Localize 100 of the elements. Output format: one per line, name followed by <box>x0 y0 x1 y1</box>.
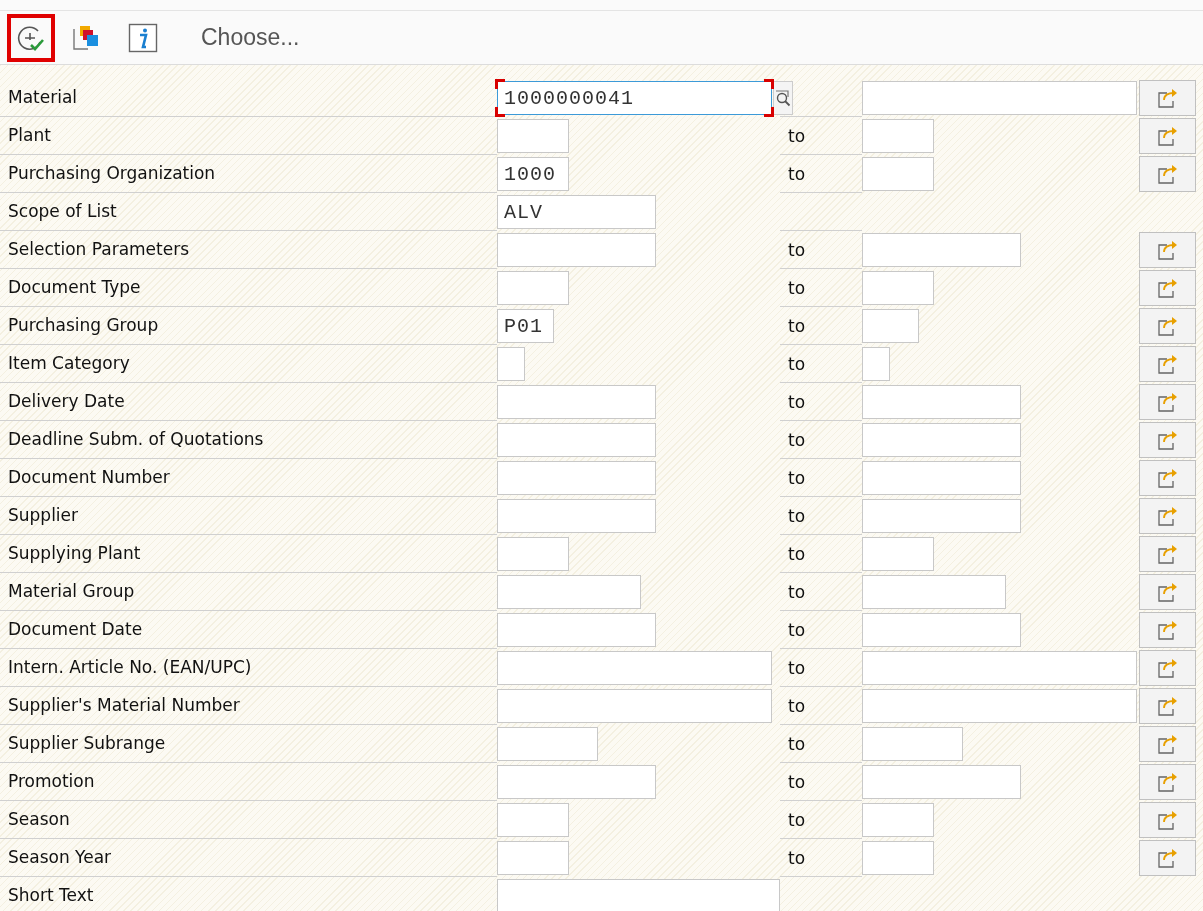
input-field[interactable] <box>862 841 934 875</box>
focus-corner <box>495 79 505 89</box>
input-field[interactable]: 1000 <box>497 157 569 191</box>
input-field[interactable] <box>497 575 641 609</box>
input-field[interactable] <box>497 119 569 153</box>
multiple-selection-button[interactable] <box>1139 156 1196 192</box>
input-field[interactable] <box>497 879 780 911</box>
input-field[interactable] <box>497 385 656 419</box>
to-label: to <box>788 809 806 830</box>
to-label: to <box>788 695 806 716</box>
input-field[interactable] <box>862 157 934 191</box>
input-field[interactable] <box>862 765 1021 799</box>
field-label: Intern. Article No. (EAN/UPC) <box>0 649 497 687</box>
to-label: to <box>788 391 806 412</box>
input-field[interactable] <box>862 347 890 381</box>
search-icon <box>774 89 792 107</box>
choose-menu[interactable]: Choose... <box>201 24 300 51</box>
input-field[interactable] <box>862 727 963 761</box>
input-field[interactable] <box>862 575 1006 609</box>
input-field[interactable] <box>862 651 1137 685</box>
input-field[interactable] <box>862 423 1021 457</box>
field-label: Supplier Subrange <box>0 725 497 763</box>
to-label: to <box>788 315 806 336</box>
input-field[interactable] <box>862 689 1137 723</box>
input-field[interactable] <box>862 385 1021 419</box>
input-field[interactable]: P01 <box>497 309 554 343</box>
field-label: Material Group <box>0 573 497 611</box>
multiple-selection-button[interactable] <box>1139 726 1196 762</box>
to-label: to <box>788 619 806 640</box>
multiple-selection-button[interactable] <box>1139 118 1196 154</box>
input-field[interactable] <box>497 499 656 533</box>
multiple-selection-button[interactable] <box>1139 650 1196 686</box>
input-field[interactable] <box>862 233 1021 267</box>
input-field[interactable] <box>862 613 1021 647</box>
input-field[interactable] <box>497 233 656 267</box>
multiple-selection-button[interactable] <box>1139 308 1196 344</box>
field-label: Season Year <box>0 839 497 877</box>
multiple-selection-button[interactable] <box>1139 232 1196 268</box>
field-label: Document Number <box>0 459 497 497</box>
input-field[interactable] <box>862 461 1021 495</box>
multiple-selection-button[interactable] <box>1139 422 1196 458</box>
input-field[interactable]: ALV <box>497 195 656 229</box>
to-label: to <box>788 429 806 450</box>
multiple-selection-button[interactable] <box>1139 574 1196 610</box>
field-label: Deadline Subm. of Quotations <box>0 421 497 459</box>
field-label: Material <box>0 79 497 117</box>
multiple-selection-button[interactable] <box>1139 498 1196 534</box>
field-label: Season <box>0 801 497 839</box>
to-label: to <box>788 543 806 564</box>
input-field[interactable] <box>497 803 569 837</box>
multiple-selection-button[interactable] <box>1139 612 1196 648</box>
multiple-selection-button[interactable] <box>1139 536 1196 572</box>
field-label: Supplying Plant <box>0 535 497 573</box>
multiple-selection-button[interactable] <box>1139 270 1196 306</box>
field-label: Document Date <box>0 611 497 649</box>
input-field[interactable] <box>497 651 772 685</box>
input-field[interactable] <box>862 309 919 343</box>
input-field[interactable] <box>497 765 656 799</box>
multiple-selection-button[interactable] <box>1139 688 1196 724</box>
execute-button[interactable] <box>7 13 55 62</box>
input-field[interactable] <box>862 803 934 837</box>
field-label: Supplier's Material Number <box>0 687 497 725</box>
multiple-selection-button[interactable] <box>1139 384 1196 420</box>
multiple-selection-button[interactable] <box>1139 802 1196 838</box>
input-field[interactable] <box>497 727 598 761</box>
input-field[interactable] <box>497 461 656 495</box>
input-field[interactable] <box>862 119 934 153</box>
to-label: to <box>788 125 806 146</box>
to-label: to <box>788 657 806 678</box>
multiple-selection-button[interactable] <box>1139 80 1196 116</box>
info-icon <box>128 22 158 53</box>
input-field[interactable] <box>862 271 934 305</box>
multiple-selection-button[interactable] <box>1139 840 1196 876</box>
to-label: to <box>788 505 806 526</box>
input-field[interactable] <box>862 81 1137 115</box>
field-label: Scope of List <box>0 193 497 231</box>
field-label: Document Type <box>0 269 497 307</box>
input-field[interactable]: 1000000041 <box>497 81 772 115</box>
multiple-selection-button[interactable] <box>1139 764 1196 800</box>
field-label: Plant <box>0 117 497 155</box>
field-label: Promotion <box>0 763 497 801</box>
value-help-button[interactable] <box>773 81 793 115</box>
field-label: Item Category <box>0 345 497 383</box>
input-field[interactable] <box>862 537 934 571</box>
input-field[interactable] <box>497 423 656 457</box>
to-label: to <box>788 467 806 488</box>
input-field[interactable] <box>497 271 569 305</box>
input-field[interactable] <box>862 499 1021 533</box>
multiple-selection-button[interactable] <box>1139 460 1196 496</box>
to-label: to <box>788 581 806 602</box>
input-field[interactable] <box>497 613 656 647</box>
input-field[interactable] <box>497 347 525 381</box>
to-label: to <box>788 163 806 184</box>
input-field[interactable] <box>497 537 569 571</box>
input-field[interactable] <box>497 841 569 875</box>
input-field[interactable] <box>497 689 772 723</box>
to-label: to <box>788 353 806 374</box>
multiple-selection-button[interactable] <box>1139 346 1196 382</box>
field-label: Delivery Date <box>0 383 497 421</box>
field-label: Supplier <box>0 497 497 535</box>
